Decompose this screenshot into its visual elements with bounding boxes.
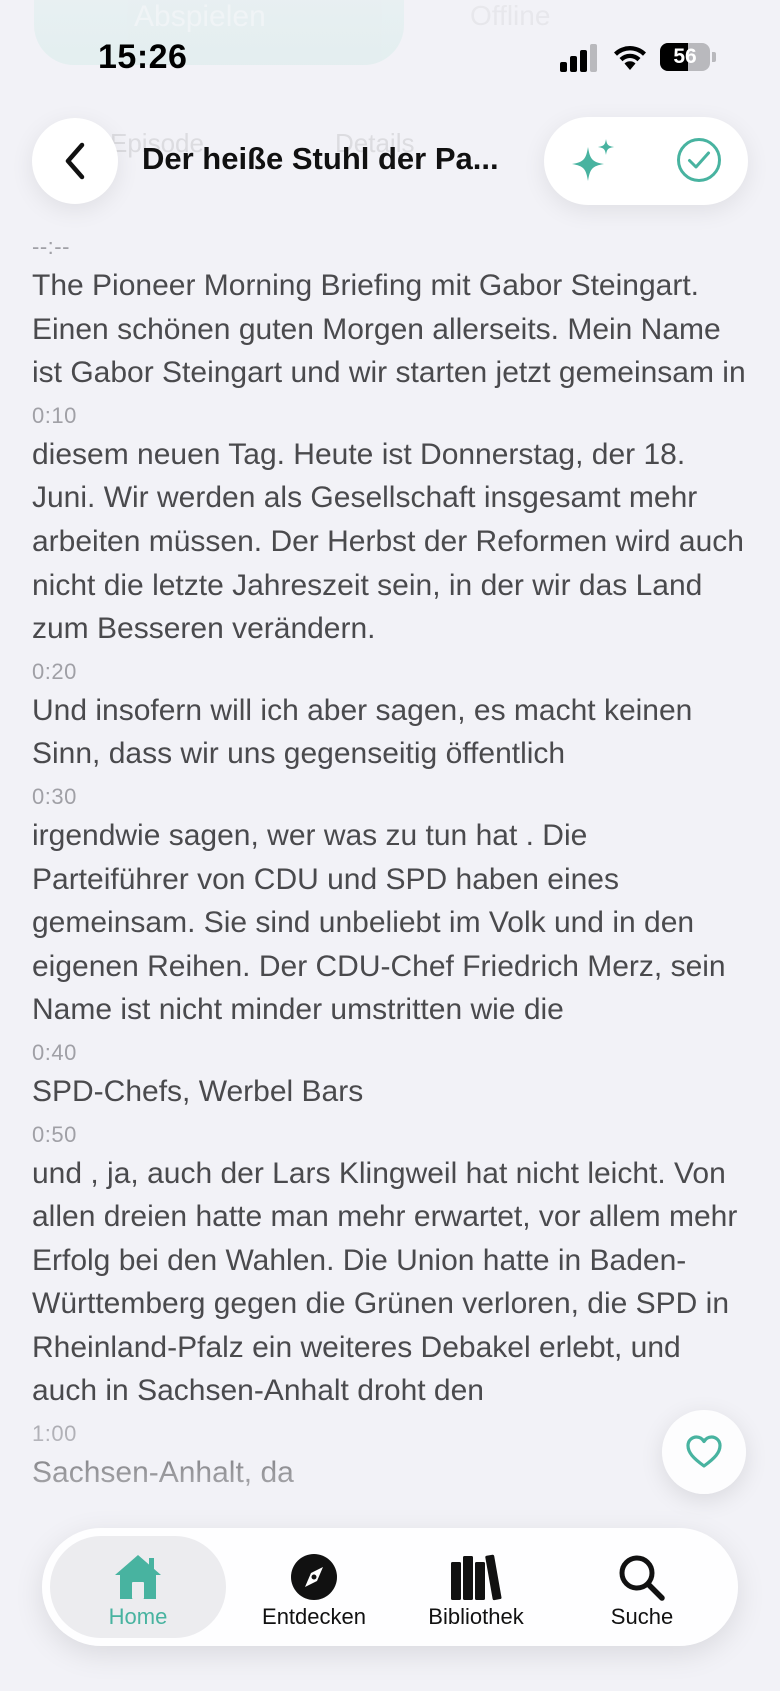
timestamp: 1:00 bbox=[32, 1421, 77, 1447]
transcript-segment[interactable]: 1:00 Sachsen-Anhalt, da bbox=[32, 1421, 752, 1495]
favorite-button[interactable] bbox=[662, 1410, 746, 1494]
battery-level: 56 bbox=[673, 45, 697, 68]
action-pill bbox=[544, 117, 748, 205]
battery-icon: 56 bbox=[660, 43, 710, 71]
home-icon bbox=[115, 1555, 161, 1599]
compass-icon bbox=[291, 1554, 337, 1600]
cellular-signal-icon bbox=[560, 44, 600, 72]
transcript-segment[interactable]: 0:10 diesem neuen Tag. Heute ist Donners… bbox=[32, 403, 752, 651]
transcript-text: SPD-Chefs, Werbel Bars bbox=[32, 1074, 364, 1108]
transcript-segment[interactable]: 0:30 irgendwie sagen, wer was zu tun hat… bbox=[32, 784, 752, 1032]
transcript-segment[interactable]: --:-- The Pioneer Morning Briefing mit G… bbox=[32, 234, 752, 395]
chevron-left-icon bbox=[65, 142, 85, 180]
timestamp: 0:30 bbox=[32, 783, 77, 809]
transcript-text: und , ja, auch der Lars Klingweil hat ni… bbox=[32, 1156, 738, 1408]
tab-home[interactable]: Home bbox=[50, 1536, 226, 1638]
status-bar: 15:26 56 bbox=[0, 0, 780, 110]
wifi-icon bbox=[614, 46, 646, 70]
transcript-text: irgendwie sagen, wer was zu tun hat . Di… bbox=[32, 818, 726, 1027]
timestamp: 0:10 bbox=[32, 402, 77, 428]
tab-label: Bibliothek bbox=[428, 1604, 524, 1629]
transcript-text: The Pioneer Morning Briefing mit Gabor S… bbox=[32, 269, 746, 390]
transcript: --:-- The Pioneer Morning Briefing mit G… bbox=[32, 234, 752, 1503]
tab-bar: Home Entdecken Bibliothek Suche bbox=[42, 1528, 738, 1646]
transcript-text: Sachsen-Anhalt, da bbox=[32, 1456, 294, 1490]
library-icon bbox=[451, 1554, 502, 1601]
tab-library[interactable]: Bibliothek bbox=[396, 1536, 556, 1638]
back-button[interactable] bbox=[32, 118, 118, 204]
transcript-text: Und insofern will ich aber sagen, es mac… bbox=[32, 693, 693, 771]
timestamp: 0:50 bbox=[32, 1121, 77, 1147]
timestamp: --:-- bbox=[32, 234, 70, 259]
search-icon bbox=[619, 1555, 665, 1601]
checkmark-circle-icon[interactable] bbox=[676, 137, 722, 183]
transcript-segment[interactable]: 0:40 SPD-Chefs, Werbel Bars bbox=[32, 1040, 752, 1114]
transcript-segment[interactable]: 0:50 und , ja, auch der Lars Klingweil h… bbox=[32, 1122, 752, 1414]
timestamp: 0:20 bbox=[32, 658, 77, 684]
transcript-segment[interactable]: 0:20 Und insofern will ich aber sagen, e… bbox=[32, 659, 752, 776]
status-time: 15:26 bbox=[98, 38, 188, 76]
tab-label: Suche bbox=[610, 1604, 674, 1629]
episode-title: Der heiße Stuhl der Pa... bbox=[142, 141, 499, 176]
transcript-text: diesem neuen Tag. Heute ist Donnerstag, … bbox=[32, 437, 744, 646]
sparkle-icon[interactable] bbox=[568, 135, 620, 187]
tab-search[interactable]: Suche bbox=[562, 1536, 722, 1638]
heart-icon bbox=[686, 1435, 722, 1468]
timestamp: 0:40 bbox=[32, 1039, 77, 1065]
tab-label: Home bbox=[108, 1604, 168, 1629]
tab-label: Entdecken bbox=[262, 1604, 366, 1629]
tab-discover[interactable]: Entdecken bbox=[238, 1536, 390, 1638]
